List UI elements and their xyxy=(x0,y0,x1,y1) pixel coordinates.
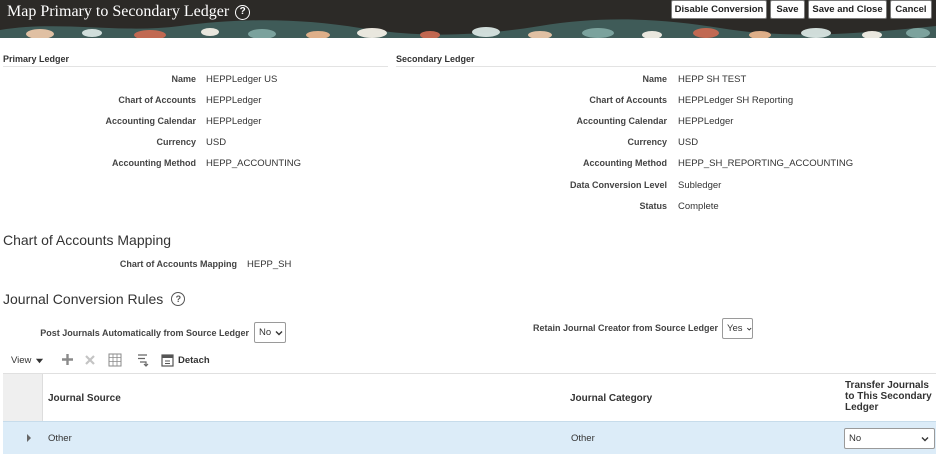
primary-method-label: Accounting Method xyxy=(112,158,196,168)
secondary-coa-value: HEPPLedger SH Reporting xyxy=(678,95,794,106)
chevron-down-icon xyxy=(275,330,283,335)
journal-rules-heading: Journal Conversion Rules ? xyxy=(3,291,186,307)
column-header-transfer-line-3: Ledger xyxy=(845,402,879,413)
primary-ledger-heading: Primary Ledger xyxy=(3,54,70,64)
cell-journal-source: Other xyxy=(48,433,72,444)
detach-button[interactable]: Detach xyxy=(161,352,210,368)
secondary-method-value: HEPP_SH_REPORTING_ACCOUNTING xyxy=(678,158,854,169)
column-header-transfer-line-2: to This Secondary xyxy=(845,391,932,402)
expand-icon[interactable] xyxy=(25,433,33,443)
cancel-button[interactable]: Cancel xyxy=(890,0,932,19)
view-menu-label: View xyxy=(11,354,32,366)
secondary-currency-value: USD xyxy=(678,137,699,148)
retain-creator-label: Retain Journal Creator from Source Ledge… xyxy=(532,323,718,333)
chevron-down-icon xyxy=(746,327,752,331)
coa-mapping-heading-text: Chart of Accounts Mapping xyxy=(3,232,172,248)
primary-name-label: Name xyxy=(171,74,196,84)
secondary-status-label: Status xyxy=(639,201,667,211)
coa-mapping-label: Chart of Accounts Mapping xyxy=(119,259,237,269)
primary-calendar-label: Accounting Calendar xyxy=(105,116,196,126)
journal-rules-table: Journal Source Journal Category Transfer… xyxy=(3,373,936,454)
wrap-icon[interactable] xyxy=(137,353,151,367)
secondary-conversion-level-value: Subledger xyxy=(678,180,722,191)
secondary-name-value: HEPP SH TEST xyxy=(678,74,747,85)
secondary-calendar-label: Accounting Calendar xyxy=(576,116,667,126)
chevron-down-icon xyxy=(36,358,44,363)
column-header-transfer-journals[interactable]: Transfer Journals to This Secondary Ledg… xyxy=(845,380,932,413)
page-title: Map Primary to Secondary Ledger ? xyxy=(7,1,251,23)
disable-conversion-button[interactable]: Disable Conversion xyxy=(671,0,767,19)
primary-coa-value: HEPPLedger xyxy=(206,95,262,106)
cell-journal-category: Other xyxy=(571,433,595,444)
help-icon[interactable]: ? xyxy=(171,292,186,306)
post-auto-select[interactable]: No xyxy=(254,322,286,343)
add-icon[interactable] xyxy=(61,353,74,366)
primary-method-value: HEPP_ACCOUNTING xyxy=(206,158,302,169)
secondary-ledger-divider xyxy=(396,66,936,67)
secondary-method-label: Accounting Method xyxy=(583,158,667,168)
primary-currency-label: Currency xyxy=(156,137,196,147)
coa-mapping-value: HEPP_SH xyxy=(247,259,292,270)
detach-icon xyxy=(161,353,174,367)
column-header-journal-category[interactable]: Journal Category xyxy=(570,393,652,404)
save-and-close-button[interactable]: Save and Close xyxy=(808,0,887,19)
view-menu[interactable]: View xyxy=(11,352,44,368)
secondary-coa-label: Chart of Accounts xyxy=(589,95,667,105)
coa-mapping-heading: Chart of Accounts Mapping xyxy=(3,232,171,248)
journal-rules-heading-text: Journal Conversion Rules xyxy=(3,291,164,307)
secondary-conversion-level-label: Data Conversion Level xyxy=(569,180,667,190)
primary-coa-label: Chart of Accounts xyxy=(118,95,196,105)
retain-creator-select-value: Yes xyxy=(727,323,743,334)
table-row[interactable]: Other Other No xyxy=(3,421,936,454)
secondary-ledger-heading: Secondary Ledger xyxy=(396,54,475,64)
help-icon[interactable]: ? xyxy=(235,4,251,20)
primary-calendar-value: HEPPLedger xyxy=(206,116,262,127)
primary-name-value: HEPPLedger US xyxy=(206,74,278,85)
retain-creator-select[interactable]: Yes xyxy=(722,318,753,339)
secondary-name-label: Name xyxy=(642,74,667,84)
page-title-text: Map Primary to Secondary Ledger xyxy=(7,3,230,20)
post-auto-label: Post Journals Automatically from Source … xyxy=(40,328,249,338)
secondary-calendar-value: HEPPLedger xyxy=(678,116,734,127)
column-header-journal-source[interactable]: Journal Source xyxy=(48,393,121,404)
secondary-status-value: Complete xyxy=(678,201,719,212)
chevron-down-icon xyxy=(921,436,929,441)
save-button[interactable]: Save xyxy=(770,0,805,19)
column-header-transfer-line-1: Transfer Journals xyxy=(845,380,929,391)
primary-currency-value: USD xyxy=(206,137,227,148)
transfer-journals-select-value: No xyxy=(849,433,862,444)
post-auto-select-value: No xyxy=(259,327,272,338)
secondary-currency-label: Currency xyxy=(627,137,667,147)
primary-ledger-divider xyxy=(3,66,388,67)
delete-icon[interactable] xyxy=(84,354,96,366)
transfer-journals-select[interactable]: No xyxy=(844,428,935,449)
freeze-icon[interactable] xyxy=(108,353,122,367)
page-header: Map Primary to Secondary Ledger ? Disabl… xyxy=(0,0,936,38)
detach-label: Detach xyxy=(178,354,210,366)
